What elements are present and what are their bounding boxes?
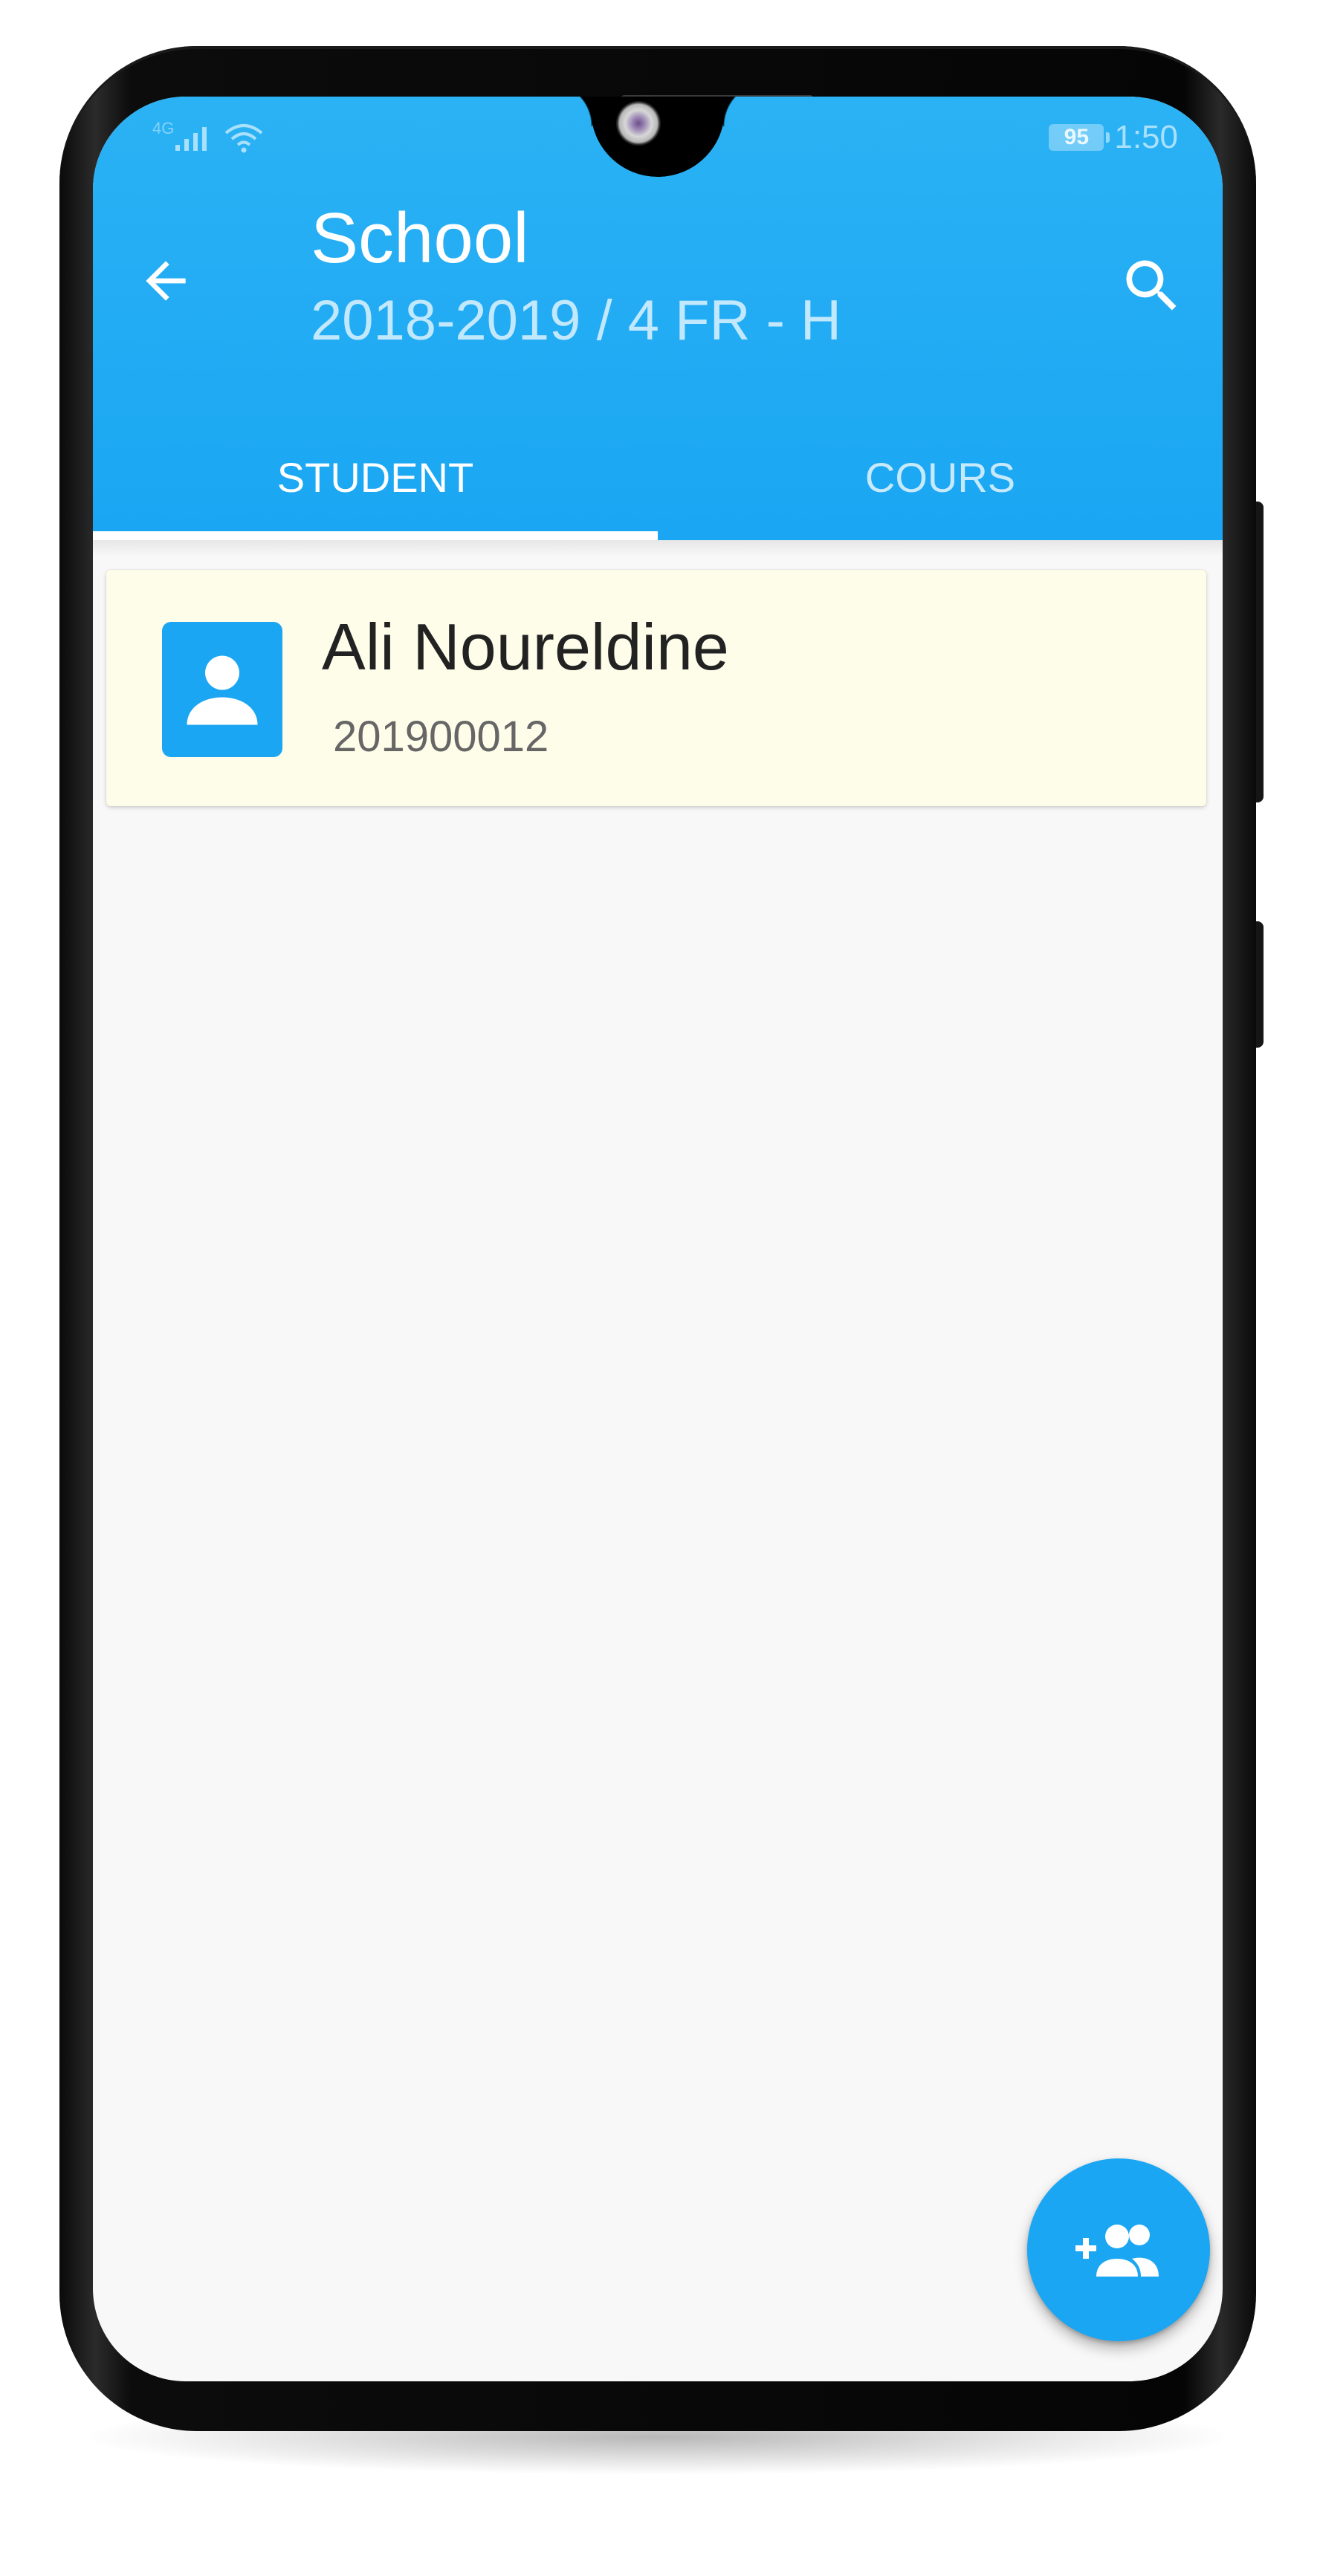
search-button[interactable] — [1111, 245, 1193, 327]
list-item[interactable]: Ali Noureldine 201900012 — [106, 570, 1206, 806]
front-camera — [616, 101, 661, 146]
toolbar: School 2018-2019 / 4 FR - H — [93, 186, 1223, 364]
tab-student[interactable]: STUDENT — [93, 431, 658, 540]
tab-cours-label: COURS — [864, 454, 1016, 501]
status-time: 1:50 — [1114, 119, 1178, 155]
tab-bar: STUDENT COURS — [93, 431, 1223, 540]
tab-student-label: STUDENT — [276, 454, 474, 501]
page-subtitle: 2018-2019 / 4 FR - H — [311, 289, 841, 352]
app-screen: 4G 95 1:50 School 2018-2019 / 4 FR - H S… — [93, 97, 1223, 2381]
add-student-fab[interactable] — [1027, 2158, 1210, 2341]
back-button[interactable] — [130, 245, 201, 317]
network-label: 4G — [152, 119, 175, 137]
arrow-back-icon — [146, 261, 186, 301]
app-bar: 4G 95 1:50 School 2018-2019 / 4 FR - H S… — [93, 97, 1223, 540]
student-id: 201900012 — [333, 713, 549, 761]
cellular-signal-icon — [175, 127, 207, 151]
wifi-icon — [225, 124, 263, 153]
battery-icon: 95 — [1049, 124, 1110, 151]
student-name: Ali Noureldine — [322, 610, 729, 684]
device-mockup: 4G 95 1:50 School 2018-2019 / 4 FR - H S… — [0, 0, 1320, 2576]
person-icon — [187, 655, 258, 725]
tab-bar-shadow — [93, 540, 1223, 557]
display-notch — [548, 97, 768, 177]
avatar — [162, 622, 282, 757]
page-title: School — [311, 198, 529, 278]
add-group-icon — [1075, 2225, 1159, 2277]
toolbar-titles: School 2018-2019 / 4 FR - H — [311, 198, 841, 357]
tab-cours[interactable]: COURS — [658, 431, 1223, 540]
status-bar-right: 95 1:50 — [1049, 119, 1178, 156]
status-bar-left: 4G — [152, 119, 265, 156]
battery-level: 95 — [1064, 125, 1090, 149]
search-icon — [1126, 260, 1177, 311]
